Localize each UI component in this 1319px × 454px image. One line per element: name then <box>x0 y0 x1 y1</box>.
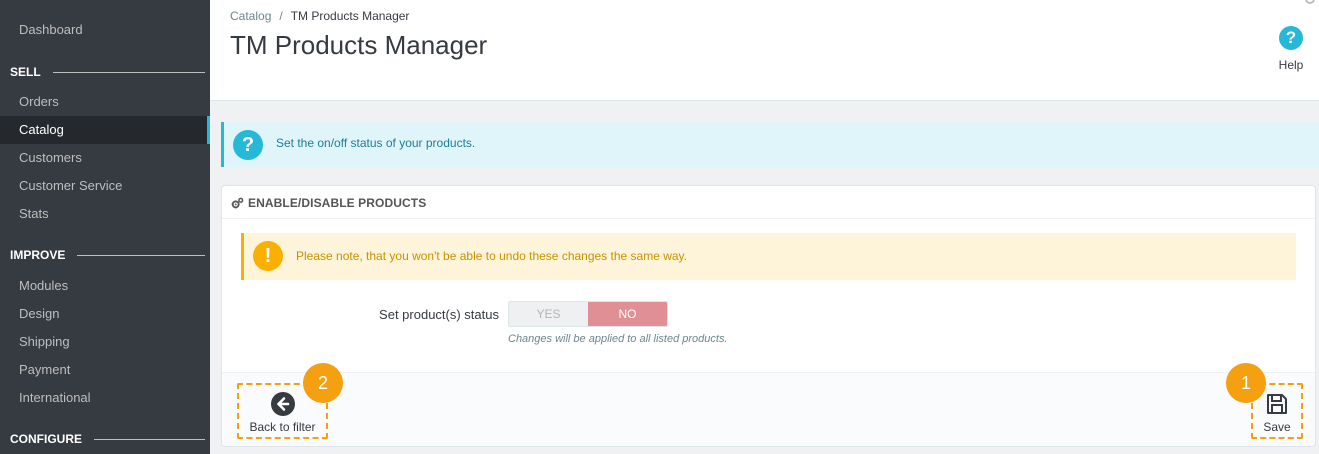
enable-disable-panel: ENABLE/DISABLE PRODUCTS ! Please note, t… <box>221 185 1316 447</box>
breadcrumb-link-catalog[interactable]: Catalog <box>230 9 271 23</box>
section-divider <box>94 438 205 440</box>
info-alert: ? Set the on/off status of your products… <box>221 122 1319 167</box>
switch-option-yes[interactable]: YES <box>509 302 588 326</box>
sidebar-item-orders[interactable]: Orders <box>0 88 210 116</box>
help-button[interactable]: ? Help <box>1271 26 1311 72</box>
panel-heading: ENABLE/DISABLE PRODUCTS <box>222 186 1315 219</box>
warning-alert: ! Please note, that you won't be able to… <box>241 233 1296 280</box>
sidebar-item-modules[interactable]: Modules <box>0 272 210 300</box>
floppy-disk-icon <box>1267 394 1287 414</box>
sidebar-section-label: CONFIGURE <box>10 432 82 446</box>
warning-alert-text: Please note, that you won't be able to u… <box>296 249 687 263</box>
exclamation-circle-icon: ! <box>253 241 283 271</box>
sidebar-item-stats[interactable]: Stats <box>0 200 210 228</box>
breadcrumb-current: TM Products Manager <box>290 9 410 23</box>
annotation-badge-2: 2 <box>303 363 343 403</box>
help-label: Help <box>1278 58 1304 72</box>
sidebar-section-improve: IMPROVE <box>10 245 205 265</box>
save-label: Save <box>1263 420 1291 434</box>
sidebar-item-payment[interactable]: Payment <box>0 356 210 384</box>
sidebar-section-sell: SELL <box>10 62 205 82</box>
sidebar: Dashboard SELL Orders Catalog Customers … <box>0 0 210 454</box>
sidebar-item-international[interactable]: International <box>0 384 210 412</box>
switch-help-text: Changes will be applied to all listed pr… <box>508 333 728 345</box>
product-status-switch[interactable]: YES NO <box>508 301 668 327</box>
info-alert-text: Set the on/off status of your products. <box>276 136 476 150</box>
breadcrumb: Catalog / TM Products Manager <box>230 9 409 23</box>
page-title: TM Products Manager <box>230 30 488 60</box>
panel-title: ENABLE/DISABLE PRODUCTS <box>248 196 427 210</box>
breadcrumb-separator: / <box>279 9 283 23</box>
sidebar-item-catalog[interactable]: Catalog <box>0 116 210 144</box>
section-divider <box>52 71 205 73</box>
panel-footer: Back to filter Save <box>222 372 1315 446</box>
sidebar-item-customer-service[interactable]: Customer Service <box>0 172 210 200</box>
sidebar-item-shipping[interactable]: Shipping <box>0 328 210 356</box>
sidebar-item-design[interactable]: Design <box>0 300 210 328</box>
sidebar-section-label: SELL <box>10 65 41 79</box>
question-circle-icon: ? <box>233 130 263 160</box>
section-divider <box>77 254 205 256</box>
sidebar-item-dashboard[interactable]: Dashboard <box>0 16 210 44</box>
question-circle-icon: ? <box>1279 26 1303 50</box>
product-status-label: Set product(s) status <box>379 307 499 322</box>
page-header: Catalog / TM Products Manager TM Products … <box>210 0 1319 101</box>
annotation-badge-1: 1 <box>1226 363 1266 403</box>
back-to-filter-label: Back to filter <box>249 420 316 434</box>
cogs-icon <box>231 197 244 209</box>
sidebar-section-label: IMPROVE <box>10 248 66 262</box>
corner-circle-icon <box>1305 0 1315 4</box>
sidebar-item-customers[interactable]: Customers <box>0 144 210 172</box>
arrow-circle-left-icon <box>270 392 295 416</box>
switch-option-no[interactable]: NO <box>588 302 667 326</box>
sidebar-section-configure: CONFIGURE <box>10 429 205 449</box>
